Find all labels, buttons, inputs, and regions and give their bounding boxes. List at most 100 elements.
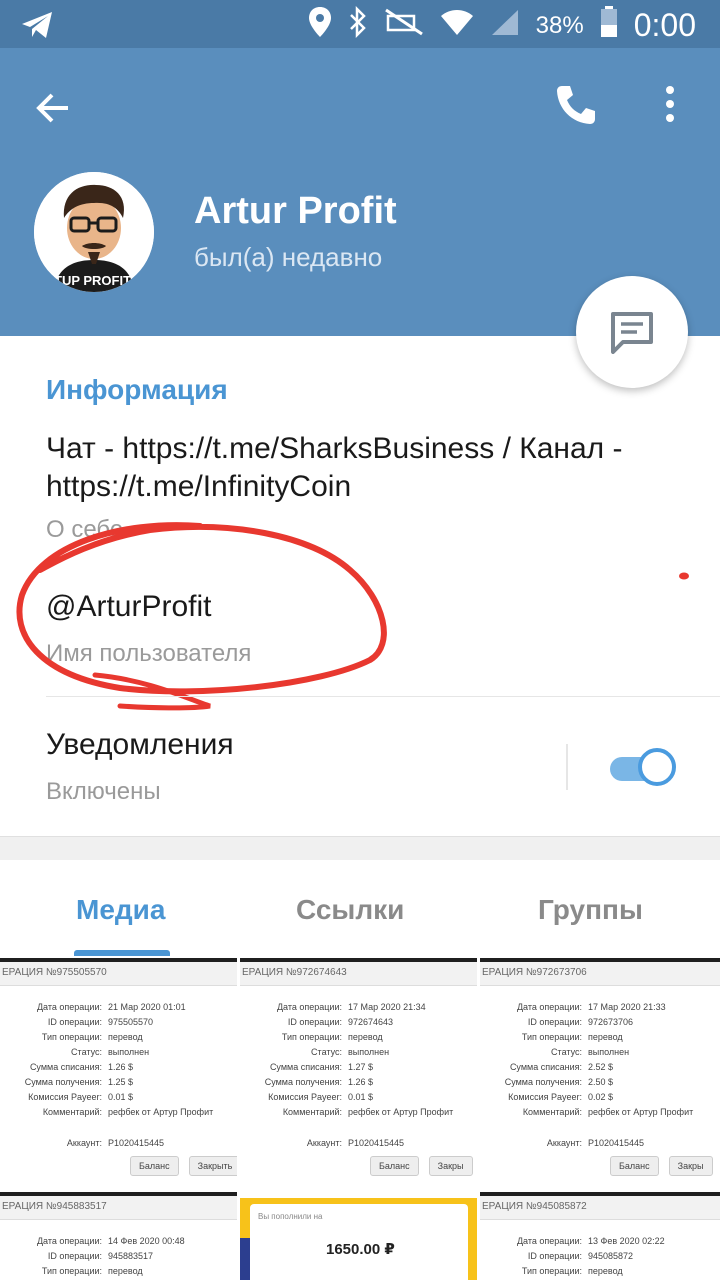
- field-label: Дата операции:: [516, 1002, 582, 1012]
- bluetooth-icon: [348, 5, 368, 45]
- back-button[interactable]: [30, 84, 78, 132]
- account-value: P1020415445: [588, 1138, 645, 1148]
- field-value: 13 Фев 2020 02:22: [588, 1236, 665, 1246]
- media-item[interactable]: ЕРАЦИЯ №945883517 Дата операции: 14 Фев 2…: [0, 1192, 237, 1280]
- field-value: 972673706: [588, 1017, 634, 1027]
- media-item[interactable]: ЕРАЦИЯ №975505570 Дата операции: 21 Мар 2…: [0, 958, 237, 1188]
- media-item[interactable]: ЕРАЦИЯ №972673706 Дата операции: 17 Мар 2…: [480, 958, 720, 1188]
- field-value: перевод: [108, 1266, 143, 1276]
- field-label: Сумма списания:: [509, 1062, 582, 1072]
- field-value: 945883517: [108, 1251, 154, 1261]
- media-item-title: ЕРАЦИЯ №975505570: [0, 962, 237, 986]
- field-value: 17 Мар 2020 21:33: [588, 1002, 666, 1012]
- field-value: перевод: [108, 1032, 143, 1042]
- location-icon: [308, 6, 332, 45]
- field-label: Дата операции:: [516, 1236, 582, 1246]
- payment-amount: 1650.00 ₽: [326, 1241, 395, 1258]
- account-label: Аккаунт:: [306, 1138, 342, 1148]
- media-item[interactable]: Вы пополнили на 1650.00 ₽: [240, 1198, 477, 1280]
- media-item-title: ЕРАЦИЯ №945085872: [480, 1196, 720, 1220]
- telegram-icon: [20, 10, 54, 45]
- field-value: 1.26 $: [108, 1062, 134, 1072]
- last-seen-status: был(а) недавно: [194, 242, 383, 272]
- field-value: перевод: [348, 1032, 383, 1042]
- close-button: Закры: [428, 1156, 473, 1176]
- field-value: 945085872: [588, 1251, 634, 1261]
- field-label: Сумма списания:: [269, 1062, 342, 1072]
- phone-icon: [557, 86, 595, 124]
- media-grid: ЕРАЦИЯ №975505570 Дата операции: 21 Мар 2…: [0, 958, 720, 1280]
- field-label: Дата операции:: [36, 1236, 102, 1246]
- media-item-title: ЕРАЦИЯ №972673706: [480, 962, 720, 986]
- field-value: 21 Мар 2020 01:01: [108, 1002, 186, 1012]
- field-value: 2.50 $: [588, 1077, 614, 1087]
- field-label: Тип операции:: [521, 1266, 582, 1276]
- active-tab-indicator: [74, 950, 170, 956]
- payment-card: Вы пополнили на 1650.00 ₽: [250, 1204, 468, 1280]
- field-label: Сумма получения:: [24, 1077, 102, 1087]
- field-label: Тип операции:: [41, 1032, 102, 1042]
- field-label: Статус:: [71, 1047, 102, 1057]
- notifications-label[interactable]: Уведомления: [46, 728, 234, 762]
- field-value: 17 Мар 2020 21:34: [348, 1002, 426, 1012]
- field-value: выполнен: [108, 1047, 150, 1057]
- tab-groups[interactable]: Группы: [538, 894, 643, 926]
- field-label: Комиссия Payeer:: [28, 1092, 102, 1102]
- info-section-title: Информация: [46, 374, 228, 405]
- more-options-button[interactable]: [652, 80, 688, 130]
- send-message-button[interactable]: [576, 276, 688, 388]
- close-button: Закрыть: [188, 1156, 237, 1176]
- wifi-icon: [440, 7, 474, 44]
- field-value: рефбек от Артур Профит: [348, 1107, 454, 1117]
- field-value: 1.25 $: [108, 1077, 134, 1087]
- media-item[interactable]: ЕРАЦИЯ №972674643 Дата операции: 17 Мар 2…: [240, 958, 477, 1188]
- notifications-toggle[interactable]: [608, 747, 678, 787]
- field-label: ID операции:: [527, 1251, 582, 1261]
- balance-button: Баланс: [370, 1156, 419, 1176]
- account-value: P1020415445: [348, 1138, 405, 1148]
- field-label: ID операции:: [47, 1017, 102, 1027]
- bio-text[interactable]: Чат - https://t.me/SharksBusiness / Кана…: [46, 430, 686, 506]
- tab-links[interactable]: Ссылки: [296, 894, 404, 926]
- notifications-separator: [566, 744, 568, 790]
- field-value: 0.01 $: [108, 1092, 134, 1102]
- call-button[interactable]: [550, 80, 600, 130]
- field-label: Комментарий:: [522, 1107, 582, 1117]
- section-gap: [0, 836, 720, 860]
- close-button: Закры: [668, 1156, 713, 1176]
- mute-icon: [384, 8, 424, 43]
- arrow-left-icon: [36, 93, 68, 123]
- field-label: ID операции:: [287, 1017, 342, 1027]
- field-value: 0.02 $: [588, 1092, 614, 1102]
- message-icon: [611, 312, 653, 354]
- balance-button: Баланс: [130, 1156, 179, 1176]
- field-label: Комментарий:: [42, 1107, 102, 1117]
- field-label: ID операции:: [527, 1017, 582, 1027]
- status-bar: 38% 0:00: [0, 0, 720, 48]
- payment-caption: Вы пополнили на: [258, 1212, 323, 1221]
- avatar-shirt-text: TUP PROFIT: [54, 273, 132, 288]
- field-value: 1.27 $: [348, 1062, 374, 1072]
- avatar[interactable]: TUP PROFIT: [34, 172, 154, 292]
- field-value: выполнен: [348, 1047, 390, 1057]
- field-label: Тип операции:: [521, 1032, 582, 1042]
- battery-icon: [600, 6, 618, 45]
- field-value: рефбек от Артур Профит: [588, 1107, 694, 1117]
- field-label: Комментарий:: [282, 1107, 342, 1117]
- balance-button: Баланс: [610, 1156, 659, 1176]
- more-vertical-icon: [666, 86, 674, 122]
- notifications-status: Включены: [46, 778, 161, 805]
- media-item[interactable]: ЕРАЦИЯ №945085872 Дата операции: 13 Фев 2…: [480, 1192, 720, 1280]
- profile-name: Artur Profit: [194, 190, 397, 232]
- media-item-title: ЕРАЦИЯ №945883517: [0, 1196, 237, 1220]
- account-value: P1020415445: [108, 1138, 165, 1148]
- tab-media[interactable]: Медиа: [76, 894, 165, 926]
- field-value: рефбек от Артур Профит: [108, 1107, 214, 1117]
- account-label: Аккаунт:: [66, 1138, 102, 1148]
- field-value: 0.01 $: [348, 1092, 374, 1102]
- media-item-title: ЕРАЦИЯ №972674643: [240, 962, 477, 986]
- field-label: Сумма получения:: [504, 1077, 582, 1087]
- field-label: Статус:: [311, 1047, 342, 1057]
- signal-icon: [490, 8, 520, 43]
- field-value: 975505570: [108, 1017, 154, 1027]
